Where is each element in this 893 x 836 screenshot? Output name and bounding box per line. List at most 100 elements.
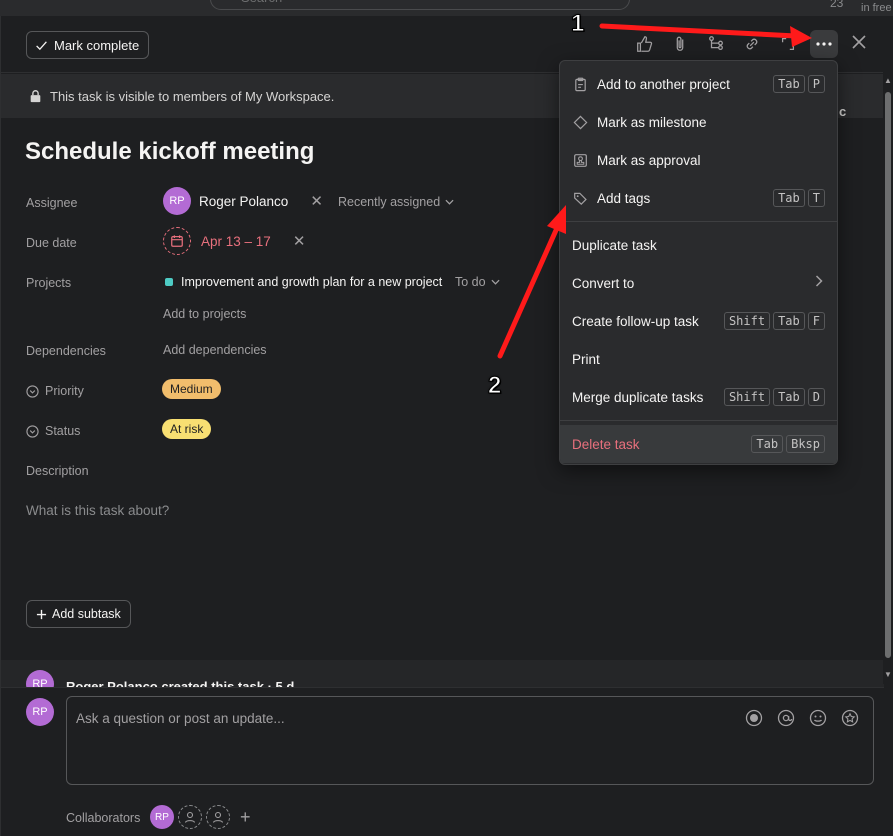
avatar: RP xyxy=(26,670,54,687)
key: Tab xyxy=(751,435,784,453)
status-badge[interactable]: At risk xyxy=(162,419,212,439)
project-chip[interactable]: Improvement and growth plan for a new pr… xyxy=(165,275,442,289)
menu-divider xyxy=(560,420,837,421)
project-name: Improvement and growth plan for a new pr… xyxy=(181,275,443,289)
top-count: 23 xyxy=(830,0,844,10)
key: Tab xyxy=(773,189,805,207)
menu-item-label: Add tags xyxy=(597,190,651,206)
menu-item-label: Delete task xyxy=(572,436,640,452)
scroll-up-icon[interactable]: ▲ xyxy=(884,76,892,85)
key: D xyxy=(807,388,825,406)
mark-complete-label: Mark complete xyxy=(54,37,140,53)
menu-item-add-to-another-project[interactable]: Add to another project Tab P xyxy=(560,65,837,103)
menu-item-duplicate-task[interactable]: Duplicate task xyxy=(560,226,837,264)
key: Shift xyxy=(723,388,771,406)
subtask-icon[interactable] xyxy=(707,35,727,55)
add-subtask-button[interactable]: Add subtask xyxy=(26,600,131,628)
key: F xyxy=(807,312,825,330)
avatar: RP xyxy=(26,698,54,726)
menu-item-label: Convert to xyxy=(572,275,635,291)
menu-item-label: Add to another project xyxy=(597,76,730,92)
paperclip-icon[interactable] xyxy=(671,35,691,55)
more-actions-button[interactable] xyxy=(810,30,838,58)
global-search-input[interactable]: Search xyxy=(210,0,630,10)
menu-item-label: Print xyxy=(572,351,600,367)
recently-assigned-label: Recently assigned xyxy=(338,195,441,209)
close-icon[interactable] xyxy=(851,34,869,52)
key: Tab xyxy=(773,388,805,406)
task-title[interactable]: Schedule kickoff meeting xyxy=(25,138,314,166)
chevron-down-icon xyxy=(491,279,500,285)
remove-assignee-icon[interactable]: ✕ xyxy=(310,192,323,210)
thumbs-up-icon[interactable] xyxy=(635,35,655,55)
emoji-icon[interactable] xyxy=(809,709,827,727)
privacy-text: This task is visible to members of My Wo… xyxy=(50,88,335,104)
add-collaborator-placeholder-icon[interactable] xyxy=(178,805,202,829)
key: P xyxy=(807,75,825,93)
projects-label: Projects xyxy=(26,276,72,290)
add-collaborator-placeholder-icon[interactable] xyxy=(206,805,230,829)
keyboard-shortcut: Shift Tab F xyxy=(723,312,825,330)
clear-due-date-icon[interactable]: ✕ xyxy=(293,232,306,250)
link-icon[interactable] xyxy=(743,35,763,55)
add-subtask-label: Add subtask xyxy=(52,607,121,621)
key: Shift xyxy=(723,312,771,330)
chevron-right-icon xyxy=(815,274,823,292)
chevron-circle-icon xyxy=(26,424,39,438)
comment-input[interactable]: Ask a question or post an update... xyxy=(66,696,874,785)
calendar-icon xyxy=(163,227,191,255)
comment-placeholder: Ask a question or post an update... xyxy=(76,711,285,726)
chevron-down-icon xyxy=(445,199,454,205)
project-color-dot xyxy=(165,278,173,286)
record-icon[interactable] xyxy=(745,709,763,727)
priority-badge[interactable]: Medium xyxy=(162,379,221,399)
description-label: Description xyxy=(26,464,89,478)
activity-text: Roger Polanco created this task · 5 d xyxy=(66,679,295,687)
activity-feed: RP Roger Polanco created this task · 5 d xyxy=(1,660,884,687)
menu-item-add-tags[interactable]: Add tags Tab T xyxy=(560,179,837,217)
priority-label-text: Priority xyxy=(45,384,84,398)
add-dependencies-link[interactable]: Add dependencies xyxy=(163,343,267,357)
assignee-field[interactable]: RP Roger Polanco ✕ xyxy=(163,187,323,215)
approval-icon xyxy=(572,152,588,168)
star-icon[interactable] xyxy=(841,709,859,727)
scrollbar[interactable]: ▲ ▼ xyxy=(883,72,893,684)
menu-item-convert-to[interactable]: Convert to xyxy=(560,264,837,302)
key: T xyxy=(807,189,825,207)
key: Tab xyxy=(773,312,805,330)
menu-item-label: Duplicate task xyxy=(572,237,657,253)
add-collaborator-button[interactable]: + xyxy=(240,807,251,828)
clipboard-icon xyxy=(572,76,588,92)
description-input[interactable]: What is this task about? xyxy=(26,503,169,518)
keyboard-shortcut: Tab P xyxy=(773,75,825,93)
scroll-down-icon[interactable]: ▼ xyxy=(884,670,892,679)
menu-item-merge-duplicate-tasks[interactable]: Merge duplicate tasks Shift Tab D xyxy=(560,378,837,416)
due-date-field[interactable]: Apr 13 – 17 ✕ xyxy=(163,227,305,255)
menu-item-delete-task[interactable]: Delete task Tab Bksp xyxy=(560,425,837,463)
status-label: Status xyxy=(26,424,80,438)
privacy-partial-text: c xyxy=(839,104,847,119)
scrollbar-thumb[interactable] xyxy=(885,92,891,658)
chevron-circle-icon xyxy=(26,384,39,398)
key: Bksp xyxy=(786,435,825,453)
lock-icon xyxy=(30,90,41,103)
menu-item-mark-as-milestone[interactable]: Mark as milestone xyxy=(560,103,837,141)
keyboard-shortcut: Shift Tab D xyxy=(723,388,825,406)
menu-item-create-follow-up-task[interactable]: Create follow-up task Shift Tab F xyxy=(560,302,837,340)
mention-icon[interactable] xyxy=(777,709,795,727)
tag-icon xyxy=(572,190,588,206)
keyboard-shortcut: Tab T xyxy=(773,189,825,207)
status-label-text: Status xyxy=(45,424,81,438)
avatar[interactable]: RP xyxy=(150,805,174,829)
more-icon xyxy=(816,42,832,46)
mark-complete-button[interactable]: Mark complete xyxy=(26,31,150,59)
collaborators-list: RP + xyxy=(150,805,251,829)
expand-icon[interactable] xyxy=(779,35,799,55)
menu-item-label: Merge duplicate tasks xyxy=(572,389,704,405)
menu-item-print[interactable]: Print xyxy=(560,340,837,378)
menu-item-mark-as-approval[interactable]: Mark as approval xyxy=(560,141,837,179)
annotation-label-1: 1 xyxy=(570,10,585,38)
add-to-projects-link[interactable]: Add to projects xyxy=(163,307,246,321)
recently-assigned-dropdown[interactable]: Recently assigned xyxy=(338,195,454,209)
project-section-dropdown[interactable]: To do xyxy=(455,275,500,289)
